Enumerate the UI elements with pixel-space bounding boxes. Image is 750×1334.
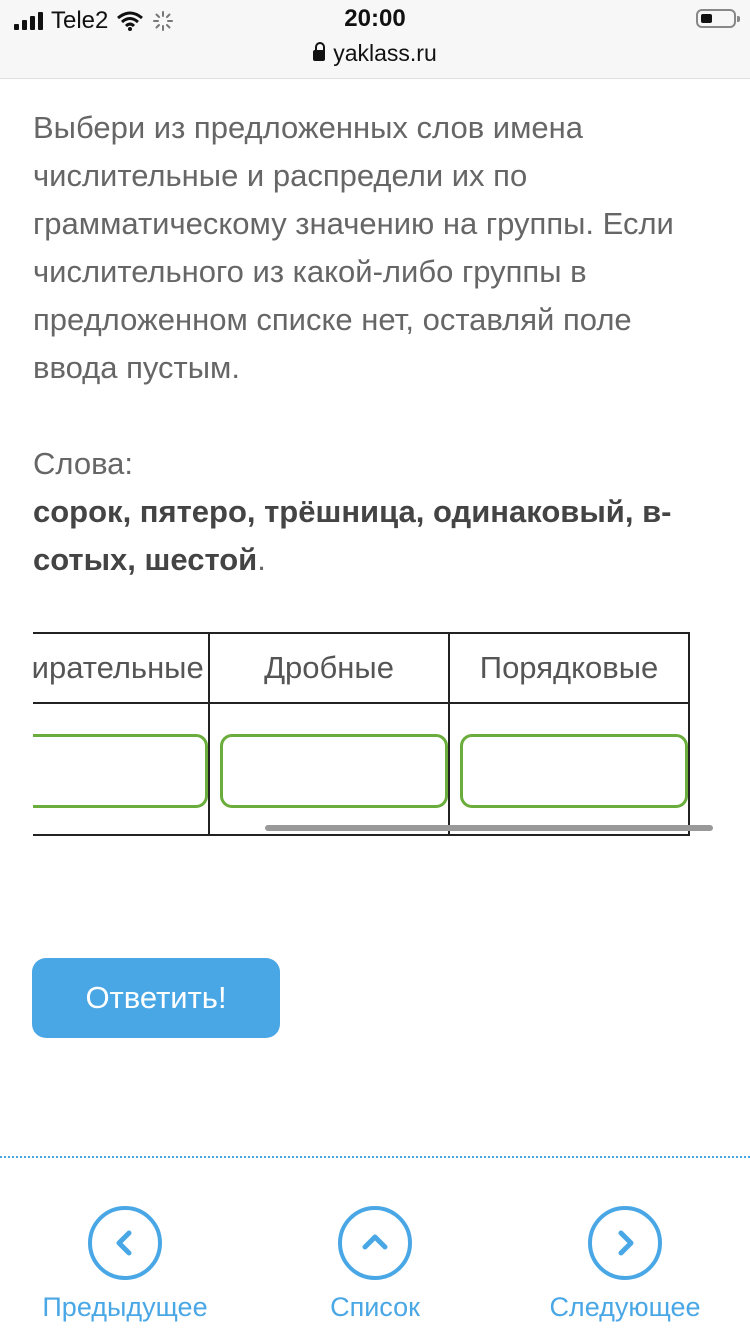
answer-table: Собирательные Дробные Порядковые xyxy=(33,632,690,836)
divider xyxy=(0,1156,750,1158)
chevron-up-icon xyxy=(338,1206,412,1280)
collective-input[interactable] xyxy=(33,734,208,808)
lock-icon xyxy=(313,42,326,61)
cell-ordinal xyxy=(448,702,690,836)
task-content: Выбери из предложенных слов имена числит… xyxy=(33,104,713,584)
prev-nav[interactable]: Предыдущее xyxy=(0,1206,250,1323)
words-label: Слова: xyxy=(33,446,134,481)
url-text: yaklass.ru xyxy=(333,40,437,66)
fractional-input[interactable] xyxy=(220,734,448,808)
battery-icon xyxy=(696,9,740,28)
answer-table-scroll[interactable]: Собирательные Дробные Порядковые xyxy=(33,632,718,837)
status-time: 20:00 xyxy=(344,5,406,32)
header-collective: Собирательные xyxy=(33,632,210,704)
header-fractional: Дробные xyxy=(208,632,450,704)
chevron-right-icon xyxy=(588,1206,662,1280)
ordinal-input[interactable] xyxy=(460,734,688,808)
status-bar: Tele2 20:00 yaklass.ru xyxy=(0,0,750,79)
words-list: сорок, пятеро, трёшница, одинаковый, в-с… xyxy=(33,488,713,584)
submit-button[interactable]: Ответить! xyxy=(32,958,280,1038)
header-ordinal: Порядковые xyxy=(448,632,690,704)
words-text: сорок, пятеро, трёшница, одинаковый, в-с… xyxy=(33,494,672,577)
list-label: Список xyxy=(330,1292,420,1322)
cell-fractional xyxy=(208,702,450,836)
horizontal-scrollbar[interactable] xyxy=(265,825,713,831)
words-end: . xyxy=(257,542,266,577)
next-label: Следующее xyxy=(549,1292,701,1322)
address-bar[interactable]: yaklass.ru xyxy=(0,40,750,67)
list-nav[interactable]: Список xyxy=(250,1206,500,1323)
prev-label: Предыдущее xyxy=(42,1292,208,1322)
cell-collective xyxy=(33,702,210,836)
next-nav[interactable]: Следующее xyxy=(500,1206,750,1323)
task-instruction: Выбери из предложенных слов имена числит… xyxy=(33,110,674,385)
chevron-left-icon xyxy=(88,1206,162,1280)
